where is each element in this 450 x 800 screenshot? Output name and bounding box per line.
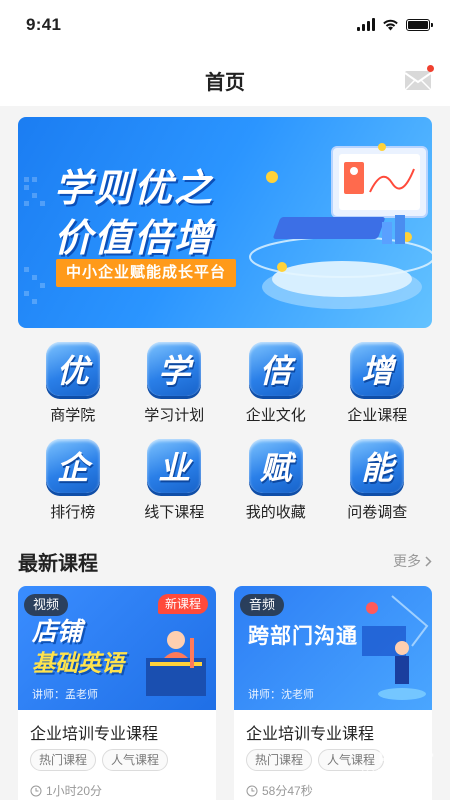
course-tags: 热门课程 人气课程	[246, 749, 385, 771]
feature-grid: 优 商学院 学 学习计划 倍 企业文化 增 企业课程 企 排行榜 业 线下课程 …	[22, 342, 428, 522]
new-course-badge: 新课程	[157, 594, 208, 614]
cellular-signal-icon	[357, 18, 375, 31]
feature-leaderboard[interactable]: 企 排行榜	[22, 439, 124, 522]
course-card[interactable]: 音频 跨部门沟通 讲师：沈老师 企业培训专业课程 热门课程 人气课程 58分47…	[234, 586, 432, 800]
feature-label: 学习计划	[144, 407, 205, 424]
feature-offline-courses[interactable]: 业 线下课程	[124, 439, 226, 522]
banner-headline-2: 价值倍增	[54, 218, 215, 260]
feature-label: 企业课程	[347, 407, 408, 424]
enterprise-courses-icon: 增	[350, 342, 405, 396]
clock-icon	[30, 785, 42, 796]
unread-dot	[427, 65, 434, 72]
chevron-right-icon	[425, 555, 432, 567]
feature-business-school[interactable]: 优 商学院	[22, 342, 124, 425]
feature-survey[interactable]: 能 问卷调查	[327, 439, 429, 522]
my-favorites-icon: 赋	[248, 439, 303, 493]
study-plan-icon: 学	[147, 342, 202, 396]
duration-text: 58分47秒	[262, 784, 313, 798]
course-tag: 人气课程	[318, 749, 385, 771]
survey-icon: 能	[350, 439, 405, 493]
banner-tagline: 中小企业赋能成长平台	[56, 259, 237, 287]
course-list: 视频 新课程 店铺 基础英语 讲师：孟老师 企业培训专业课程 热门课程 人气课程…	[18, 586, 432, 800]
section-title: 最新课程	[18, 553, 98, 575]
course-tag: 热门课程	[30, 749, 97, 771]
clock-icon	[246, 785, 258, 796]
feature-label: 问卷调查	[347, 504, 408, 521]
feature-label: 商学院	[50, 407, 96, 424]
media-type-badge: 音频	[240, 594, 285, 616]
course-duration: 1小时20分	[30, 782, 102, 799]
course-cover: 音频 跨部门沟通 讲师：沈老师	[234, 586, 432, 710]
laptop-illustration	[249, 143, 432, 309]
cover-teacher: 讲师：孟老师	[32, 689, 98, 701]
feature-corporate-culture[interactable]: 倍 企业文化	[225, 342, 327, 425]
course-title: 企业培训专业课程	[30, 726, 159, 743]
course-title: 企业培训专业课程	[246, 726, 375, 743]
feature-study-plan[interactable]: 学 学习计划	[124, 342, 226, 425]
course-card[interactable]: 视频 新课程 店铺 基础英语 讲师：孟老师 企业培训专业课程 热门课程 人气课程…	[18, 586, 216, 800]
offline-courses-icon: 业	[147, 439, 202, 493]
course-tag: 人气课程	[102, 749, 169, 771]
feature-label: 我的收藏	[245, 504, 306, 521]
business-school-icon: 优	[45, 342, 100, 396]
cover-teacher: 讲师：沈老师	[248, 689, 314, 701]
status-bar: 9:41	[0, 0, 450, 50]
cover-subtitle: 基础英语	[32, 650, 124, 676]
banner-headline-1: 学则优之	[54, 168, 215, 210]
page-title: 首页	[205, 72, 245, 94]
course-duration: 58分47秒	[246, 782, 313, 799]
status-time: 9:41	[26, 15, 62, 34]
duration-text: 1小时20分	[46, 784, 103, 798]
latest-courses-header: 最新课程 更多	[18, 545, 432, 575]
message-button[interactable]	[404, 65, 434, 92]
feature-enterprise-courses[interactable]: 增 企业课程	[327, 342, 429, 425]
more-label: 更多	[393, 553, 421, 569]
corporate-culture-icon: 倍	[248, 342, 303, 396]
nav-bar: 首页	[0, 50, 450, 106]
course-cover: 视频 新课程 店铺 基础英语 讲师：孟老师	[18, 586, 216, 710]
banner-carousel[interactable]: 学则优之 价值倍增 中小企业赋能成长平台	[18, 117, 432, 328]
course-tag: 热门课程	[246, 749, 313, 771]
feature-label: 线下课程	[144, 504, 205, 521]
envelope-icon	[404, 71, 432, 91]
feature-label: 排行榜	[50, 504, 96, 521]
leaderboard-icon: 企	[45, 439, 100, 493]
more-link[interactable]: 更多	[393, 551, 432, 571]
teacher-illustration	[146, 631, 206, 696]
wifi-icon	[383, 19, 398, 31]
cover-title: 跨部门沟通	[248, 625, 358, 648]
course-tags: 热门课程 人气课程	[30, 749, 169, 771]
battery-icon	[406, 18, 433, 31]
feature-label: 企业文化	[245, 407, 306, 424]
status-icons	[357, 18, 433, 31]
cover-title: 店铺	[32, 618, 83, 646]
feature-my-favorites[interactable]: 赋 我的收藏	[225, 439, 327, 522]
